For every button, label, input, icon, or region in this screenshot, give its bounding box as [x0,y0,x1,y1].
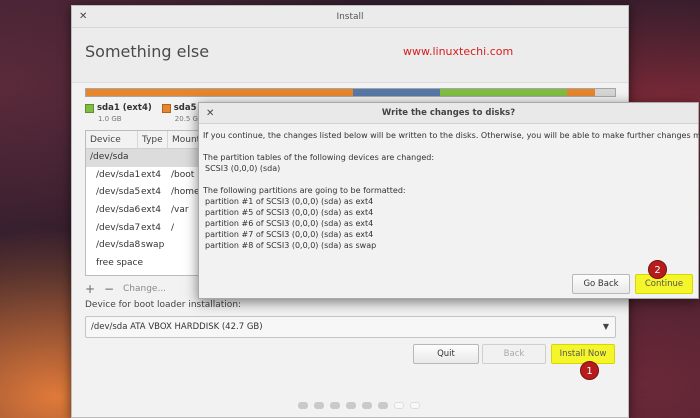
add-partition-button[interactable]: + [85,282,95,296]
progress-dot [362,402,372,409]
format-item: partition #6 of SCSI3 (0,0,0) (sda) as e… [205,219,374,228]
dialog-intro: If you continue, the changes listed belo… [203,131,700,140]
cell-device: /dev/sda6 [96,205,141,216]
cell-device: /dev/sda8 [96,240,141,251]
change-partition-button[interactable]: Change... [123,284,166,294]
cell-mount: /boot [171,169,195,180]
cell-device: free space [96,258,144,269]
partition-segment [566,89,595,96]
progress-dots [298,402,420,409]
watermark-text: www.linuxtechi.com [403,45,514,58]
cell-type: ext4 [141,187,161,198]
dialog-titlebar: ✕ Write the changes to disks? [199,103,698,124]
tables-heading: The partition tables of the following de… [203,153,435,162]
back-button[interactable]: Back [482,344,546,364]
format-item: partition #8 of SCSI3 (0,0,0) (sda) as s… [205,241,377,250]
quit-button[interactable]: Quit [413,344,479,364]
format-list: partition #1 of SCSI3 (0,0,0) (sda) as e… [203,196,696,251]
legend-item: sda1 (ext4) 1.0 GB [85,103,152,123]
progress-dot [330,402,340,409]
progress-dot [410,402,420,409]
install-now-button[interactable]: Install Now [551,344,615,364]
cell-device: /dev/sda7 [96,222,141,233]
format-heading: The following partitions are going to be… [203,186,406,195]
dialog-title: Write the changes to disks? [381,108,516,118]
table-toolbar: + − Change... [85,280,166,298]
column-header-type[interactable]: Type [138,131,168,149]
boot-loader-label: Device for boot loader installation: [85,300,242,310]
step-header: Something else www.linuxtechi.com [72,28,628,83]
go-back-button[interactable]: Go Back [572,274,630,294]
cell-mount: /var [171,205,189,216]
cell-mount: / [171,222,175,233]
annotation-marker-1: 1 [580,361,599,380]
partition-segment [439,89,567,96]
partition-legend: sda1 (ext4) 1.0 GB sda5 (ex 20.5 GB [85,103,215,123]
cell-mount: /home [171,187,200,198]
dialog-body: If you continue, the changes listed belo… [203,130,700,251]
close-icon[interactable]: ✕ [206,103,214,124]
progress-dot [394,402,404,409]
cell-device: /dev/sda5 [96,187,141,198]
progress-dot [378,402,388,409]
format-item: partition #5 of SCSI3 (0,0,0) (sda) as e… [205,208,374,217]
legend-swatch [161,103,171,113]
close-icon[interactable]: ✕ [79,6,87,28]
cell-type: ext4 [141,169,161,180]
partition-segment [86,89,353,96]
legend-swatch [85,103,94,113]
format-item: partition #7 of SCSI3 (0,0,0) (sda) as e… [205,230,374,239]
cell-type: ext4 [141,222,161,233]
remove-partition-button[interactable]: − [104,282,114,296]
legend-label: sda1 (ext4) [97,103,152,113]
cell-device: /dev/sda1 [96,169,141,180]
boot-loader-select[interactable]: /dev/sda ATA VBOX HARDDISK (42.7 GB) ▼ [85,316,616,338]
write-changes-dialog: ✕ Write the changes to disks? If you con… [198,102,700,299]
legend-size: 1.0 GB [98,115,122,123]
progress-dot [346,402,356,409]
partition-bar [85,88,616,97]
window-title: Install [336,12,364,22]
cell-type: ext4 [141,205,161,216]
progress-dot [314,402,324,409]
cell-device: /dev/sda [90,152,129,162]
partition-segment [352,89,440,96]
chevron-down-icon: ▼ [602,322,609,331]
installer-titlebar: ✕ Install [72,6,628,28]
continue-button[interactable]: Continue [635,274,693,294]
changed-table-item: SCSI3 (0,0,0) (sda) [205,164,281,173]
cell-type: swap [141,240,165,251]
annotation-marker-2: 2 [648,260,667,279]
format-item: partition #1 of SCSI3 (0,0,0) (sda) as e… [205,197,374,206]
page-title: Something else [85,42,210,61]
progress-dot [298,402,308,409]
partition-segment [594,89,615,96]
column-header-device[interactable]: Device [86,131,138,149]
boot-loader-value: /dev/sda ATA VBOX HARDDISK (42.7 GB) [91,322,263,332]
